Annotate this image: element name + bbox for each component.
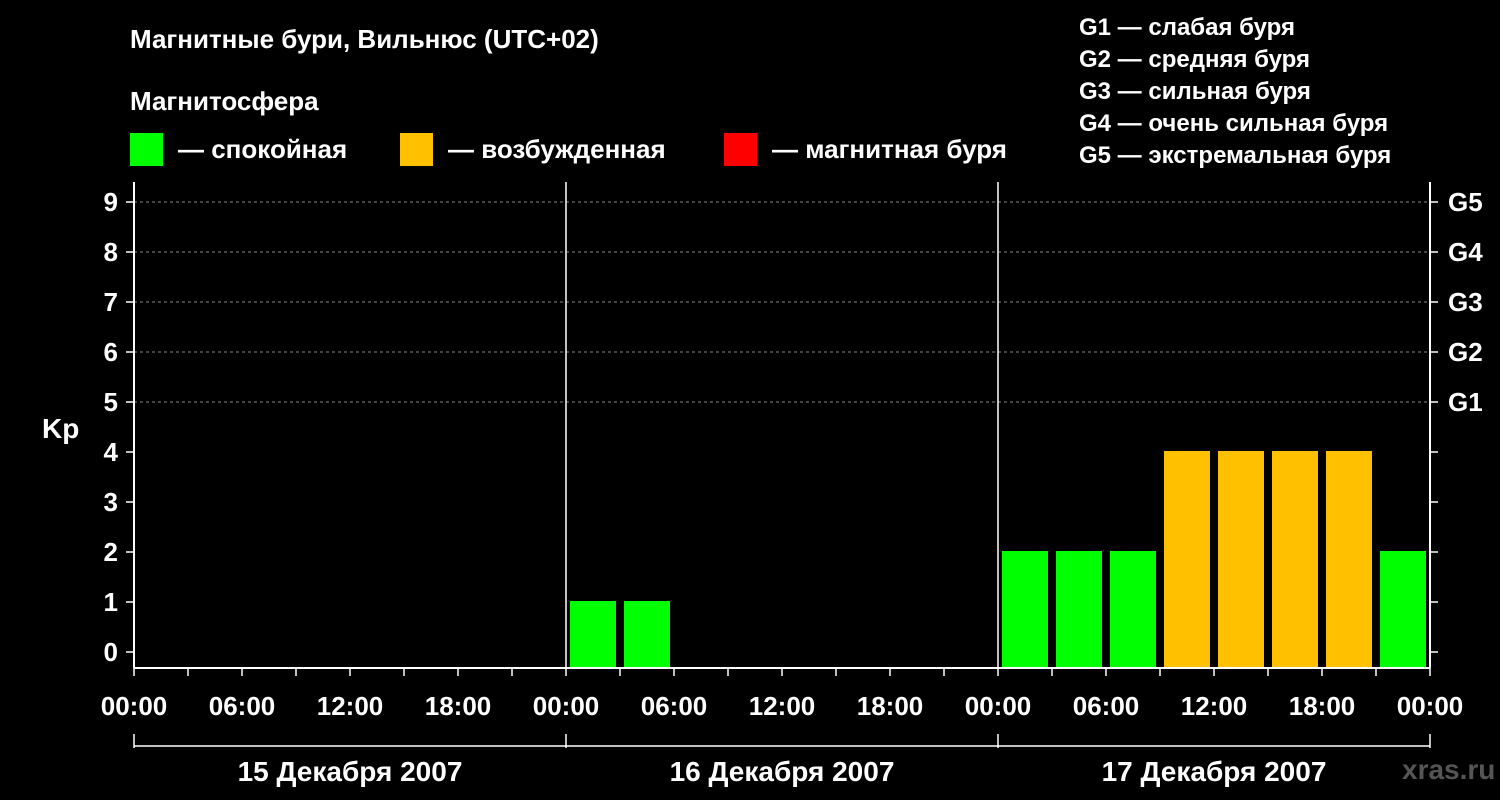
kp-bar-chart: 0 1 2 3 4 5 6 7 8 9 G1 G2 G3 G4 G5 Kp 00:00 06:00 12:00 18:… bbox=[42, 182, 1483, 787]
y-tick-label: 9 bbox=[104, 187, 118, 217]
y-tick-label: 6 bbox=[104, 337, 118, 367]
kp-bar bbox=[1272, 451, 1318, 668]
g-axis-label: G2 bbox=[1448, 337, 1483, 367]
kp-bar bbox=[1164, 451, 1210, 668]
y-tick-label: 1 bbox=[104, 587, 118, 617]
y-tick-label: 5 bbox=[104, 387, 118, 417]
watermark: xras.ru bbox=[1402, 754, 1496, 785]
x-tick-label: 18:00 bbox=[857, 691, 924, 721]
y-tick-label: 3 bbox=[104, 487, 118, 517]
g-axis-label: G1 bbox=[1448, 387, 1483, 417]
x-tick-label: 00:00 bbox=[1397, 691, 1464, 721]
g-axis-label: G4 bbox=[1448, 237, 1483, 267]
g-axis-label: G3 bbox=[1448, 287, 1483, 317]
x-tick-label: 12:00 bbox=[749, 691, 816, 721]
x-tick-label: 18:00 bbox=[425, 691, 492, 721]
x-tick-label: 00:00 bbox=[965, 691, 1032, 721]
day-label: 17 Декабря 2007 bbox=[1102, 756, 1327, 787]
y-tick-label: 4 bbox=[104, 437, 119, 467]
x-tick-label: 12:00 bbox=[317, 691, 384, 721]
x-tick-label: 06:00 bbox=[641, 691, 708, 721]
x-tick-label: 00:00 bbox=[101, 691, 168, 721]
y-tick-label: 2 bbox=[104, 537, 118, 567]
kp-bar bbox=[1056, 551, 1102, 668]
x-tick-label: 06:00 bbox=[209, 691, 276, 721]
day-label: 15 Декабря 2007 bbox=[238, 756, 463, 787]
kp-bar bbox=[1110, 551, 1156, 668]
y-tick-label: 8 bbox=[104, 237, 118, 267]
x-tick-label: 12:00 bbox=[1181, 691, 1248, 721]
kp-bar bbox=[570, 601, 616, 668]
x-tick-label: 06:00 bbox=[1073, 691, 1140, 721]
x-tick-label: 00:00 bbox=[533, 691, 600, 721]
kp-bar bbox=[624, 601, 670, 668]
kp-bar bbox=[1002, 551, 1048, 668]
day-label: 16 Декабря 2007 bbox=[670, 756, 895, 787]
y-axis-title: Kp bbox=[42, 413, 79, 444]
kp-bar bbox=[1218, 451, 1264, 668]
g-axis-label: G5 bbox=[1448, 187, 1483, 217]
y-tick-label: 7 bbox=[104, 287, 118, 317]
kp-bar bbox=[1326, 451, 1372, 668]
x-tick-label: 18:00 bbox=[1289, 691, 1356, 721]
y-tick-label: 0 bbox=[104, 637, 118, 667]
kp-bar bbox=[1380, 551, 1426, 668]
